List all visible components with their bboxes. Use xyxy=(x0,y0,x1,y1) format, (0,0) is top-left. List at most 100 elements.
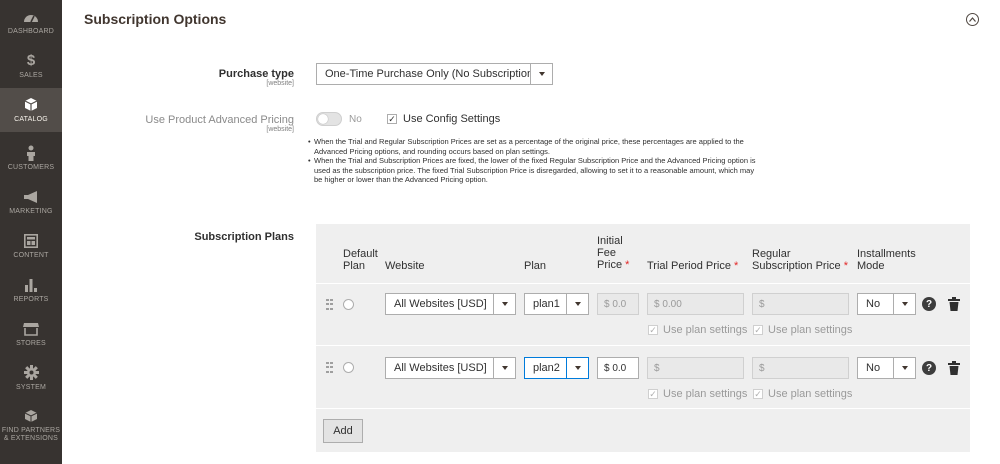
scope-label: [website] xyxy=(266,80,294,87)
trial-use-plan-settings[interactable]: ✓ Use plan settings xyxy=(648,388,747,400)
plan-select[interactable]: plan1 xyxy=(524,293,589,315)
use-plan-label: Use plan settings xyxy=(663,324,748,336)
help-icon[interactable]: ? xyxy=(922,297,936,311)
select-value: One-Time Purchase Only (No Subscription) xyxy=(325,68,530,80)
use-plan-checkbox[interactable]: ✓ xyxy=(648,325,658,335)
header-website: Website xyxy=(385,260,425,272)
dollar-icon: $ xyxy=(26,52,36,69)
header-plan: Plan xyxy=(524,260,547,272)
use-plan-checkbox[interactable]: ✓ xyxy=(753,325,763,335)
chevron-down-icon xyxy=(893,294,915,314)
regular-use-plan-settings[interactable]: ✓ Use plan settings xyxy=(753,388,852,400)
select-value: No xyxy=(866,298,881,310)
sidebar-item-customers[interactable]: CUSTOMERS xyxy=(0,136,62,180)
header-installments: Installments Mode xyxy=(857,248,916,272)
use-plan-label: Use plan settings xyxy=(768,388,853,400)
header-trial-price: Trial Period Price * xyxy=(647,260,739,272)
sidebar-item-catalog[interactable]: CATALOG xyxy=(0,88,62,132)
select-value: plan1 xyxy=(533,298,560,310)
cubes-icon xyxy=(24,407,38,424)
row-divider xyxy=(316,345,970,346)
initial-fee-input[interactable]: $ 0.0 xyxy=(597,293,639,315)
select-value: All Websites [USD] xyxy=(394,362,487,374)
storefront-icon xyxy=(23,320,39,337)
row-divider xyxy=(316,283,970,284)
pricing-notes: When the Trial and Regular Subscription … xyxy=(308,137,758,185)
advanced-pricing-toggle[interactable] xyxy=(316,112,342,126)
use-config-settings[interactable]: ✓ Use Config Settings xyxy=(387,113,500,125)
person-icon xyxy=(26,144,36,161)
bar-chart-icon xyxy=(24,276,38,293)
sidebar-item-dashboard[interactable]: DASHBOARD xyxy=(0,0,62,44)
sidebar-label: STORES xyxy=(16,340,46,347)
header-default-plan: Default Plan xyxy=(343,248,378,272)
megaphone-icon xyxy=(23,188,39,205)
installments-select[interactable]: No xyxy=(857,293,916,315)
sidebar-item-marketing[interactable]: MARKETING xyxy=(0,180,62,224)
chevron-down-icon xyxy=(566,358,588,378)
drag-handle-icon[interactable] xyxy=(326,299,333,311)
subscription-plans-label-group: Subscription Plans xyxy=(194,231,294,243)
trash-icon[interactable] xyxy=(948,361,960,375)
use-plan-checkbox[interactable]: ✓ xyxy=(753,389,763,399)
row-divider xyxy=(316,408,970,409)
use-plan-label: Use plan settings xyxy=(663,388,748,400)
chevron-down-icon xyxy=(566,294,588,314)
plan-select[interactable]: plan2 xyxy=(524,357,589,379)
select-value: No xyxy=(866,362,881,374)
select-value: plan2 xyxy=(533,362,560,374)
sidebar-label: CUSTOMERS xyxy=(7,164,55,171)
use-plan-label: Use plan settings xyxy=(768,324,853,336)
header-initial-fee: Initial Fee Price * xyxy=(597,235,630,271)
sidebar-item-content[interactable]: CONTENT xyxy=(0,224,62,268)
website-select[interactable]: All Websites [USD] xyxy=(385,293,516,315)
select-value: All Websites [USD] xyxy=(394,298,487,310)
drag-handle-icon[interactable] xyxy=(326,362,333,374)
advanced-pricing-label: Use Product Advanced Pricing xyxy=(145,114,294,126)
chevron-down-icon xyxy=(893,358,915,378)
regular-use-plan-settings[interactable]: ✓ Use plan settings xyxy=(753,324,852,336)
regular-price-input[interactable]: $ xyxy=(752,357,849,379)
subscription-plans-label: Subscription Plans xyxy=(194,231,294,243)
advanced-pricing-label-group: Use Product Advanced Pricing [website] xyxy=(145,114,294,133)
sidebar-item-system[interactable]: SYSTEM xyxy=(0,356,62,400)
purchase-type-select[interactable]: One-Time Purchase Only (No Subscription) xyxy=(316,63,553,85)
sidebar-item-find-partners[interactable]: FIND PARTNERS & EXTENSIONS xyxy=(0,400,62,450)
pricing-note: When the Trial and Subscription Prices a… xyxy=(308,156,758,185)
default-plan-radio[interactable] xyxy=(343,362,354,373)
add-plan-button[interactable]: Add xyxy=(323,419,363,443)
sidebar-label: FIND PARTNERS & EXTENSIONS xyxy=(1,427,61,442)
section-title: Subscription Options xyxy=(84,11,227,27)
sidebar-label: CATALOG xyxy=(14,116,48,123)
scope-label: [website] xyxy=(266,126,294,133)
purchase-type-label: Purchase type xyxy=(218,68,294,80)
trial-use-plan-settings[interactable]: ✓ Use plan settings xyxy=(648,324,747,336)
use-config-label: Use Config Settings xyxy=(403,113,501,125)
chevron-down-icon xyxy=(493,294,515,314)
regular-price-input[interactable]: $ xyxy=(752,293,849,315)
dashboard-icon xyxy=(23,8,39,25)
website-select[interactable]: All Websites [USD] xyxy=(385,357,516,379)
sidebar-label: REPORTS xyxy=(13,296,49,303)
admin-sidebar: DASHBOARD $ SALES CATALOG CUSTOMERS MARK… xyxy=(0,0,62,464)
collapse-button[interactable] xyxy=(966,13,979,26)
use-plan-checkbox[interactable]: ✓ xyxy=(648,389,658,399)
sidebar-label: MARKETING xyxy=(9,208,53,215)
initial-fee-input[interactable]: $ 0.0 xyxy=(597,357,639,379)
chevron-down-icon xyxy=(530,64,552,84)
trial-price-input[interactable]: $ xyxy=(647,357,744,379)
sidebar-item-sales[interactable]: $ SALES xyxy=(0,44,62,88)
sidebar-item-stores[interactable]: STORES xyxy=(0,312,62,356)
toggle-state-text: No xyxy=(349,114,362,125)
trial-price-input[interactable]: $ 0.00 xyxy=(647,293,744,315)
sidebar-label: SYSTEM xyxy=(16,384,46,391)
chevron-down-icon xyxy=(493,358,515,378)
help-icon[interactable]: ? xyxy=(922,361,936,375)
layout-icon xyxy=(24,232,38,249)
trash-icon[interactable] xyxy=(948,297,960,311)
sidebar-label: SALES xyxy=(19,72,43,79)
use-config-checkbox[interactable]: ✓ xyxy=(387,114,397,124)
default-plan-radio[interactable] xyxy=(343,299,354,310)
sidebar-item-reports[interactable]: REPORTS xyxy=(0,268,62,312)
installments-select[interactable]: No xyxy=(857,357,916,379)
